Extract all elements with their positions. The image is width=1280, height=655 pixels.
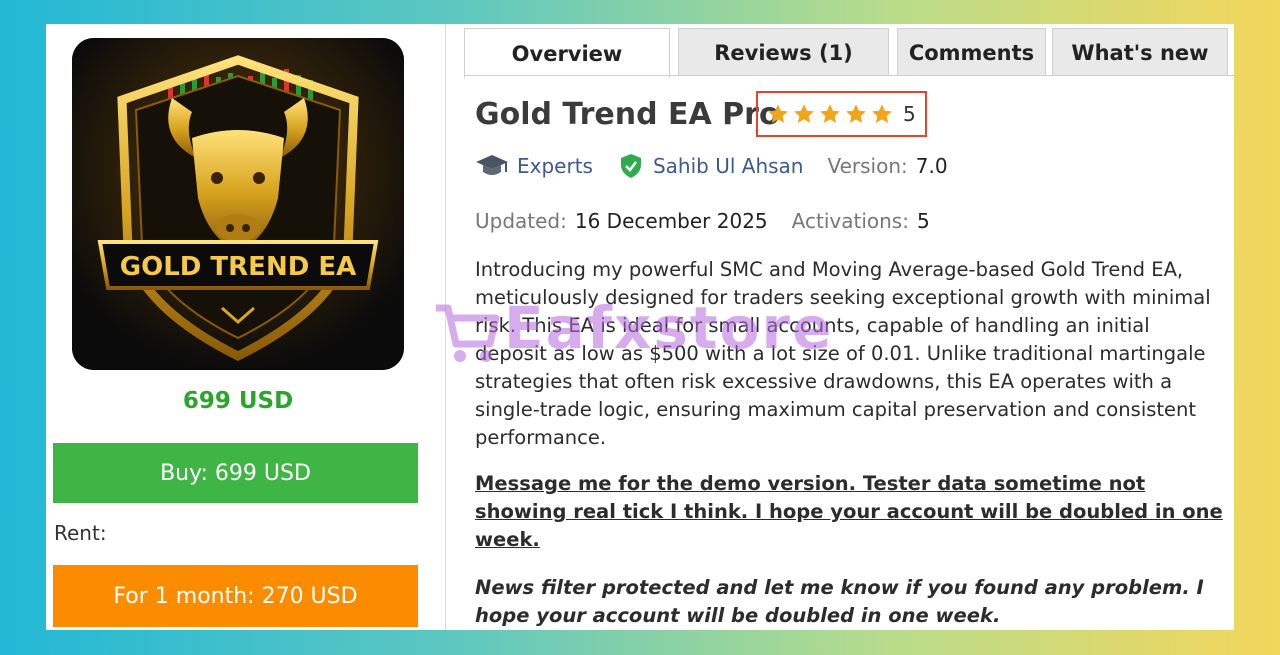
news-filter-note: News filter protected and let me know if…: [475, 576, 1204, 627]
category-link[interactable]: Experts: [517, 154, 593, 178]
buy-button[interactable]: Buy: 699 USD: [53, 443, 418, 503]
tab-comments[interactable]: Comments: [897, 28, 1046, 76]
rent-label: Rent:: [54, 521, 107, 545]
tab-underline: [464, 75, 1234, 76]
activations-value: 5: [916, 209, 930, 233]
product-card: GOLD TREND EA 699 USD Buy: 699 USD Rent:…: [46, 24, 1234, 630]
purchase-panel: GOLD TREND EA 699 USD Buy: 699 USD Rent:…: [46, 24, 444, 630]
demo-message: Message me for the demo version. Tester …: [475, 472, 1223, 551]
column-divider: [445, 24, 446, 630]
tab-whats-new[interactable]: What's new: [1052, 28, 1228, 76]
rent-1-month-button[interactable]: For 1 month: 270 USD: [53, 565, 418, 627]
product-stats: Updated: 16 December 2025 Activations: 5: [475, 206, 930, 236]
star-icon: [820, 104, 840, 123]
image-title: GOLD TREND EA: [120, 252, 356, 282]
product-title: Gold Trend EA Pro: [475, 97, 780, 132]
updated-label: Updated:: [475, 209, 567, 233]
updated-value: 16 December 2025: [574, 209, 768, 233]
product-price: 699 USD: [182, 388, 294, 414]
product-meta: Experts Sahib Ul Ahsan Version: 7.0: [475, 151, 948, 181]
description: Introducing my powerful SMC and Moving A…: [475, 258, 1211, 449]
star-icon: [794, 104, 814, 123]
author-link[interactable]: Sahib Ul Ahsan: [653, 154, 804, 178]
graduation-cap-icon: [476, 155, 508, 175]
star-icon: [846, 104, 866, 123]
star-icon: [768, 104, 788, 123]
tab-overview[interactable]: Overview: [464, 28, 670, 78]
rating-value: 5: [903, 102, 916, 126]
tab-reviews[interactable]: Reviews (1): [678, 28, 889, 76]
activations-label: Activations:: [791, 209, 909, 233]
star-icon: [872, 104, 892, 123]
product-image: GOLD TREND EA: [72, 38, 404, 370]
version-label: Version:: [827, 154, 908, 178]
verified-shield-icon: [620, 154, 641, 178]
rating[interactable]: 5: [756, 91, 927, 137]
version-value: 7.0: [915, 154, 948, 178]
